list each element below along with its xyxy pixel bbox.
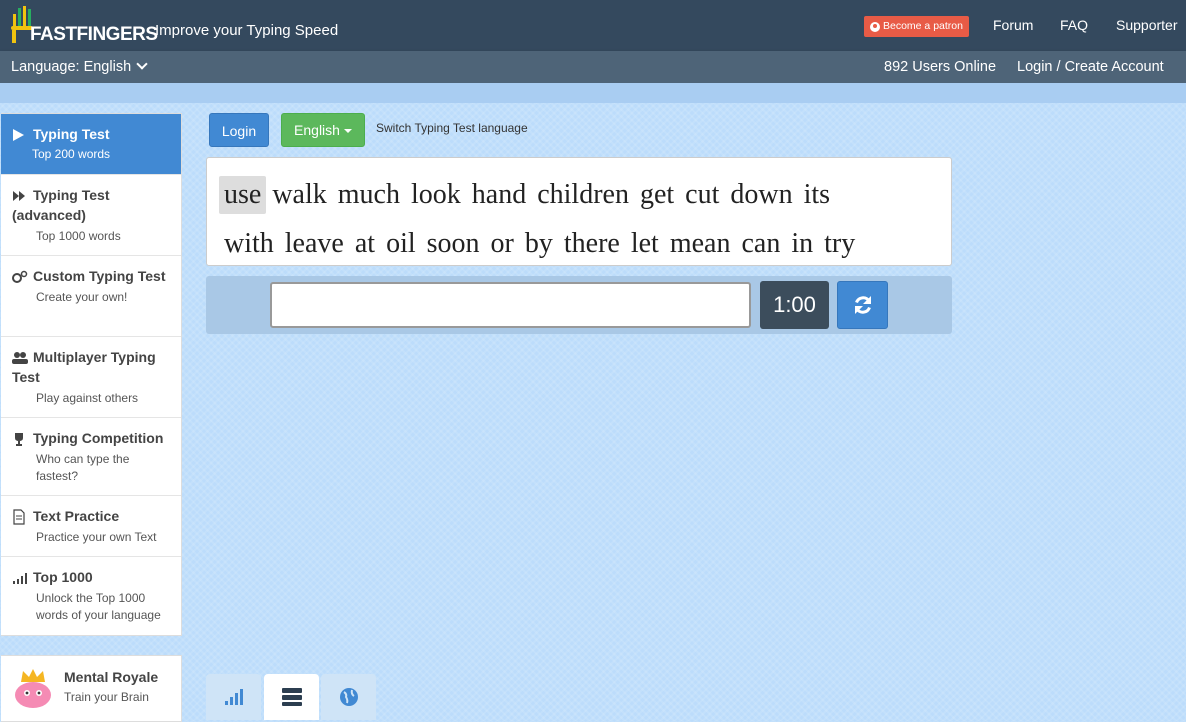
mental-royale-sub: Train your Brain	[64, 690, 149, 704]
tab-statistics[interactable]	[206, 674, 261, 720]
sidebar-item-sublabel: Who can type the fastest?	[36, 452, 130, 483]
login-create-account-link[interactable]: Login / Create Account	[1017, 59, 1164, 75]
logo-text: FASTFINGERS	[30, 24, 158, 45]
restart-button[interactable]	[837, 281, 888, 329]
sidebar-item-label: Typing Test	[33, 126, 110, 142]
server-list-icon	[281, 688, 302, 706]
play-icon	[13, 129, 24, 142]
word: with	[224, 228, 274, 259]
word-display: use walk much look hand children get cut down its…	[206, 157, 952, 266]
sidebar-item-label: Top 1000	[33, 569, 93, 585]
nav-forum[interactable]: Forum	[993, 17, 1033, 33]
header-strip	[0, 83, 1186, 103]
language-dropdown[interactable]: Language: English	[11, 58, 148, 75]
word: leave	[284, 228, 344, 259]
sidebar: Typing Test Top 200 words Typing Test (a…	[1, 113, 182, 636]
word: walk	[272, 179, 327, 210]
word: in	[791, 228, 814, 259]
sidebar-item-custom-typing-test[interactable]: Custom Typing Test Create your own!	[1, 256, 181, 337]
word: down	[730, 179, 793, 210]
word: look	[410, 179, 461, 210]
trophy-icon	[15, 433, 23, 447]
language-select-button[interactable]: English	[281, 113, 365, 147]
login-button[interactable]: Login	[209, 113, 269, 147]
become-patron-button[interactable]: Become a patron	[864, 16, 969, 37]
sidebar-item-label: Text Practice	[33, 508, 120, 524]
bar-chart-icon	[224, 689, 243, 705]
input-row: 1:00	[206, 276, 952, 334]
word: cut	[685, 179, 720, 210]
sidebar-item-label: Multiplayer Typing Test	[12, 349, 156, 385]
word-line-1: use walk much look hand children get cut down its	[219, 170, 951, 219]
sidebar-item-top-1000[interactable]: Top 1000 Unlock the Top 1000 words of yo…	[1, 557, 181, 635]
countdown-timer: 1:00	[760, 281, 829, 329]
word: get	[639, 179, 675, 210]
sidebar-item-multiplayer[interactable]: Multiplayer Typing Test Play against oth…	[1, 337, 181, 418]
sub-navbar: Language: English 892 Users Online Login…	[0, 51, 1186, 83]
word: children	[537, 179, 629, 210]
signal-icon	[13, 573, 27, 585]
word: or	[490, 228, 514, 259]
mental-royale-title: Mental Royale	[64, 669, 159, 685]
word: its	[803, 179, 831, 210]
caret-down-icon	[343, 129, 352, 134]
sidebar-item-typing-test[interactable]: Typing Test Top 200 words	[1, 114, 181, 175]
nav-faq[interactable]: FAQ	[1060, 17, 1088, 33]
sidebar-item-sublabel: Unlock the Top 1000 words of your langua…	[36, 591, 161, 622]
sidebar-item-sublabel: Play against others	[36, 391, 139, 405]
tab-world[interactable]	[321, 674, 376, 720]
refresh-icon	[854, 296, 871, 314]
sidebar-item-sublabel: Top 200 words	[32, 147, 111, 161]
word: oil	[386, 228, 416, 259]
language-select-label: English	[294, 122, 340, 138]
current-word: use	[219, 176, 267, 214]
top-navbar: FASTFINGERS Improve your Typing Speed Be…	[0, 0, 1186, 51]
word: can	[741, 228, 781, 259]
word-line-2: with leave at oil soon or by there let mean can in t…	[219, 219, 951, 268]
fast-forward-icon	[13, 191, 25, 202]
globe-icon	[339, 688, 358, 706]
nav-supporter[interactable]: Supporter	[1116, 17, 1177, 33]
word: try	[824, 228, 856, 259]
typing-input[interactable]	[270, 282, 751, 328]
word: let	[630, 228, 659, 259]
brain-crown-icon	[15, 669, 51, 708]
switch-language-note: Switch Typing Test language	[376, 121, 528, 135]
word: at	[354, 228, 376, 259]
chevron-down-icon	[136, 58, 148, 70]
sidebar-item-sublabel: Top 1000 words	[36, 229, 121, 243]
patron-label: Become a patron	[883, 20, 963, 32]
tab-list[interactable]	[264, 674, 319, 720]
word: soon	[426, 228, 480, 259]
word: hand	[471, 179, 527, 210]
sidebar-item-typing-competition[interactable]: Typing Competition Who can type the fast…	[1, 418, 181, 496]
sidebar-item-label: Custom Typing Test	[33, 268, 166, 284]
sidebar-item-sublabel: Create your own!	[36, 290, 128, 304]
tagline: Improve your Typing Speed	[155, 22, 339, 39]
patreon-icon	[870, 21, 880, 32]
word: mean	[669, 228, 731, 259]
document-icon	[13, 509, 25, 525]
sidebar-item-label: Typing Competition	[33, 430, 164, 446]
users-online: 892 Users Online	[884, 59, 997, 75]
word: much	[337, 179, 400, 210]
mental-royale-promo[interactable]: Mental Royale Train your Brain	[1, 655, 182, 722]
site-logo[interactable]: FASTFINGERS	[10, 4, 158, 45]
users-icon	[12, 352, 28, 365]
sidebar-item-text-practice[interactable]: Text Practice Practice your own Text	[1, 496, 181, 557]
sidebar-item-typing-test-advanced[interactable]: Typing Test (advanced) Top 1000 words	[1, 175, 181, 256]
word: there	[563, 228, 620, 259]
cogs-icon	[12, 271, 28, 284]
language-dropdown-label: Language: English	[11, 59, 132, 75]
sidebar-item-sublabel: Practice your own Text	[36, 530, 157, 544]
word: by	[524, 228, 553, 259]
